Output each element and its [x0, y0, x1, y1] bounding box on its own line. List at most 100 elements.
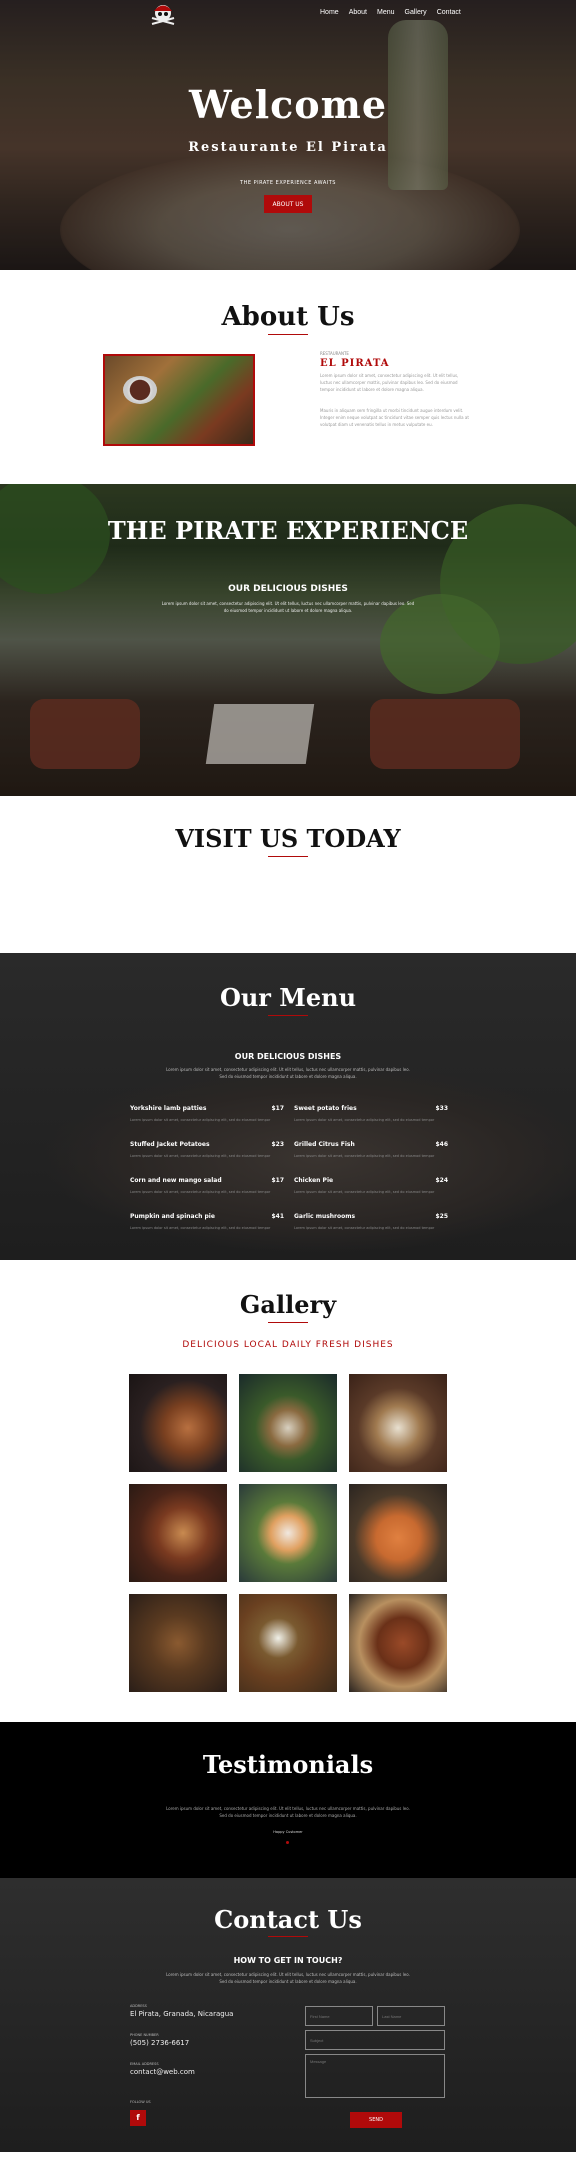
email-value[interactable]: contact@web.com [130, 2068, 195, 2076]
email-label: EMAIL ADDRESS [130, 2062, 159, 2066]
about-steak-image [103, 354, 255, 446]
gallery-image[interactable] [129, 1484, 227, 1582]
address-label: ADDRESS [130, 2004, 147, 2008]
menu-item-price: $25 [435, 1213, 448, 1220]
menu-section: Our Menu OUR DELICIOUS DISHES Lorem ipsu… [0, 953, 576, 1260]
menu-item-name: Chicken Pie [294, 1177, 334, 1184]
menu-item-name: Garlic mushrooms [294, 1213, 356, 1220]
gallery-image[interactable] [129, 1594, 227, 1692]
menu-item-name: Yorkshire lamb patties [130, 1105, 207, 1112]
testimonials-title: Testimonials [202, 1750, 374, 1779]
menu-item: Stuffed Jacket Potatoes $23 Lorem ipsum d… [130, 1141, 284, 1158]
about-restaurant-name: EL PIRATA [320, 358, 390, 369]
pirate-skull-icon[interactable] [148, 2, 178, 26]
phone-value[interactable]: (505) 2736-6617 [130, 2039, 189, 2047]
gallery-image[interactable] [349, 1374, 447, 1472]
last-name-field[interactable] [377, 2006, 445, 2026]
phone-label: PHONE NUMBER [130, 2033, 159, 2037]
menu-item-price: $17 [271, 1177, 284, 1184]
menu-item-name: Corn and new mango salad [130, 1177, 222, 1184]
subject-field[interactable] [305, 2030, 445, 2050]
nav-links: Home About Menu Gallery Contact [320, 9, 461, 16]
menu-item-desc: Lorem ipsum dolor sit amet, consectetur … [130, 1226, 271, 1230]
menu-description: Lorem ipsum dolor sit amet, consectetur … [166, 1067, 410, 1079]
menu-item: Corn and new mango salad $17 Lorem ipsum … [130, 1177, 284, 1194]
nav-link-menu[interactable]: Menu [377, 9, 395, 16]
menu-subtitle: OUR DELICIOUS DISHES [234, 1052, 342, 1061]
menu-item-desc: Lorem ipsum dolor sit amet, consectetur … [130, 1190, 271, 1194]
menu-item: Yorkshire lamb patties $17 Lorem ipsum do… [130, 1105, 284, 1122]
testimonial-author: Happy Customer [273, 1830, 303, 1834]
title-underline [268, 1936, 308, 1937]
menu-item-desc: Lorem ipsum dolor sit amet, consectetur … [130, 1118, 271, 1122]
menu-item-price: $23 [271, 1141, 284, 1148]
visit-section: VISIT US TODAY [0, 796, 576, 953]
menu-item-name: Pumpkin and spinach pie [130, 1213, 215, 1220]
social-label: FOLLOW US [130, 2100, 151, 2104]
menu-item: Sweet potato fries $33 Lorem ipsum dolor … [294, 1105, 448, 1122]
facebook-icon[interactable]: f [130, 2110, 146, 2126]
gallery-image[interactable] [349, 1594, 447, 1692]
hero-subtitle: Restaurante El Pirata [188, 140, 388, 155]
title-underline [268, 1015, 308, 1016]
menu-item: Chicken Pie $24 Lorem ipsum dolor sit ame… [294, 1177, 448, 1194]
menu-item-desc: Lorem ipsum dolor sit amet, consectetur … [294, 1118, 435, 1122]
menu-item-price: $41 [271, 1213, 284, 1220]
menu-item-desc: Lorem ipsum dolor sit amet, consectetur … [294, 1190, 435, 1194]
gallery-image[interactable] [239, 1484, 337, 1582]
first-name-field[interactable] [305, 2006, 373, 2026]
about-kicker: RESTAURANTE [320, 351, 349, 356]
title-underline [268, 856, 308, 857]
menu-item-name: Stuffed Jacket Potatoes [130, 1141, 210, 1148]
gallery-subtitle: DELICIOUS LOCAL DAILY FRESH DISHES [182, 1340, 394, 1350]
menu-item: Grilled Citrus Fish $46 Lorem ipsum dolor… [294, 1141, 448, 1158]
about-paragraph-2: Mauris in aliquam sem fringilla ut morbi… [320, 408, 469, 427]
contact-section: Contact Us HOW TO GET IN TOUCH? Lorem ip… [0, 1878, 576, 2152]
title-underline [268, 334, 308, 335]
about-title: About Us [221, 302, 355, 332]
menu-item: Pumpkin and spinach pie $41 Lorem ipsum d… [130, 1213, 284, 1230]
menu-title: Our Menu [219, 983, 357, 1012]
hero-tagline: THE PIRATE EXPERIENCE AWAITS [240, 180, 336, 186]
pirate-experience-section: THE PIRATE EXPERIENCE OUR DELICIOUS DISH… [0, 484, 576, 796]
about-us-button[interactable]: ABOUT US [264, 195, 312, 213]
about-paragraph-1: Lorem ipsum dolor sit amet, consectetur … [320, 373, 459, 392]
nav-link-about[interactable]: About [349, 9, 367, 16]
nav-link-gallery[interactable]: Gallery [405, 9, 427, 16]
title-underline [268, 1322, 308, 1323]
hero-title: Welcome [188, 82, 388, 127]
message-field[interactable] [305, 2054, 445, 2098]
nav-link-home[interactable]: Home [320, 9, 339, 16]
visit-title: VISIT US TODAY [175, 824, 401, 853]
menu-item-name: Grilled Citrus Fish [294, 1141, 355, 1148]
pirate-title: THE PIRATE EXPERIENCE [107, 516, 469, 545]
pirate-description: Lorem ipsum dolor sit amet, consectetur … [161, 601, 415, 613]
gallery-image[interactable] [349, 1484, 447, 1582]
menu-item-price: $17 [271, 1105, 284, 1112]
menu-item-price: $33 [435, 1105, 448, 1112]
menu-item-price: $46 [435, 1141, 448, 1148]
gallery-title: Gallery [239, 1290, 337, 1319]
carousel-dot[interactable] [286, 1841, 289, 1844]
menu-item: Garlic mushrooms $25 Lorem ipsum dolor si… [294, 1213, 448, 1230]
send-button[interactable]: SEND [350, 2112, 402, 2128]
gallery-section: Gallery DELICIOUS LOCAL DAILY FRESH DISH… [0, 1260, 576, 1722]
gallery-image[interactable] [239, 1594, 337, 1692]
gallery-image[interactable] [239, 1374, 337, 1472]
menu-item-name: Sweet potato fries [294, 1105, 357, 1112]
testimonial-quote: Lorem ipsum dolor sit amet, consectetur … [166, 1806, 410, 1818]
contact-subtitle: HOW TO GET IN TOUCH? [233, 1956, 343, 1965]
testimonials-section: Testimonials Lorem ipsum dolor sit amet,… [0, 1722, 576, 1878]
contact-description: Lorem ipsum dolor sit amet, consectetur … [166, 1972, 410, 1984]
hero-section: Welcome Restaurante El Pirata THE PIRATE… [0, 0, 576, 270]
nav-link-contact[interactable]: Contact [437, 9, 461, 16]
pirate-subtitle: OUR DELICIOUS DISHES [228, 584, 348, 594]
contact-title: Contact Us [214, 1905, 362, 1934]
gallery-image[interactable] [129, 1374, 227, 1472]
about-section: About Us RESTAURANTE EL PIRATA Lorem ips… [0, 270, 576, 484]
menu-item-desc: Lorem ipsum dolor sit amet, consectetur … [130, 1154, 271, 1158]
menu-item-desc: Lorem ipsum dolor sit amet, consectetur … [294, 1226, 435, 1230]
menu-item-desc: Lorem ipsum dolor sit amet, consectetur … [294, 1154, 435, 1158]
top-nav: Home About Menu Gallery Contact [0, 0, 576, 28]
menu-item-price: $24 [435, 1177, 448, 1184]
